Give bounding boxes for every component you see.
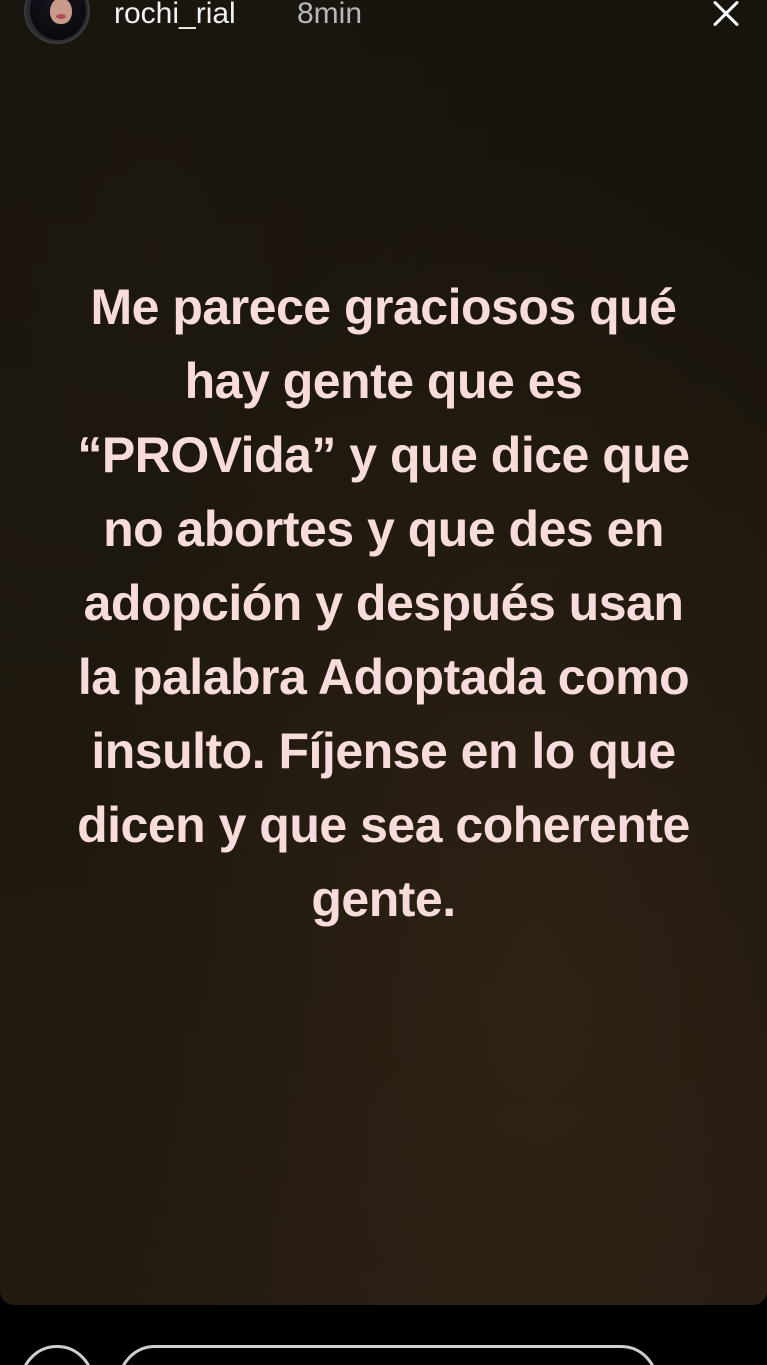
story-text-line: la palabra Adoptada como <box>77 649 690 705</box>
username-link[interactable]: rochi_rial <box>114 0 236 34</box>
story-frame[interactable]: rochi_rial 8min Me parece graciosos qué … <box>0 0 767 1305</box>
story-text-line: no abortes y que des en <box>103 501 664 557</box>
story-text-line: Me parece graciosos qué <box>90 279 677 335</box>
reply-bar <box>0 1305 767 1365</box>
story-text-line: “PROVida” y que dice que <box>77 427 690 483</box>
story-header: rochi_rial 8min <box>0 0 767 60</box>
story-viewer: rochi_rial 8min Me parece graciosos qué … <box>0 0 767 1365</box>
story-text-line: dicen y que sea coherente <box>77 797 690 853</box>
reply-input[interactable] <box>118 1345 658 1365</box>
avatar-face <box>50 0 72 24</box>
close-icon[interactable] <box>706 0 746 34</box>
story-text-line: gente. <box>311 871 456 927</box>
story-text-line: insulto. Fíjense en lo que <box>91 723 676 779</box>
camera-icon[interactable] <box>20 1345 94 1365</box>
story-text-line: adopción y después usan <box>83 575 684 631</box>
post-timestamp: 8min <box>297 0 363 30</box>
avatar-lips <box>56 14 66 19</box>
story-text-line: hay gente que es <box>184 353 583 409</box>
story-text: Me parece graciosos qué hay gente que es… <box>0 270 767 936</box>
profile-photo-icon[interactable] <box>24 0 90 44</box>
